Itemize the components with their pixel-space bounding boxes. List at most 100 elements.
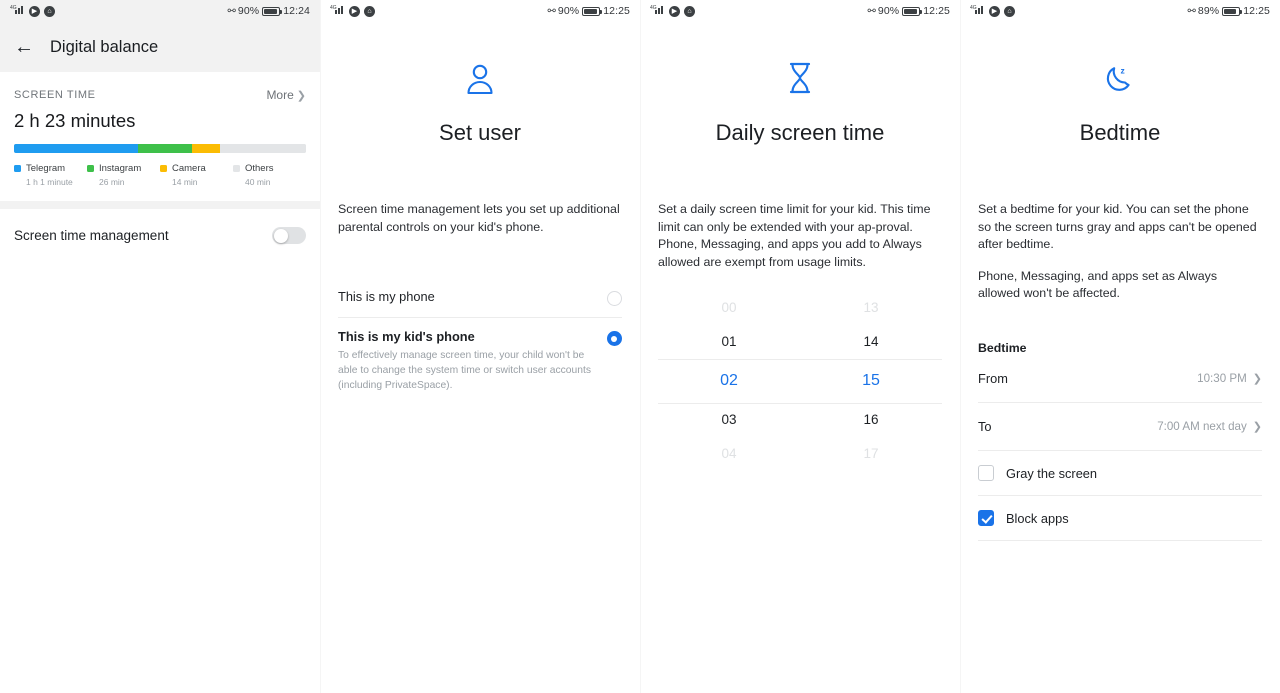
user-person-icon [338, 62, 622, 98]
picker-minute-option[interactable]: 14 [863, 325, 878, 359]
usage-segment-instagram [138, 144, 192, 153]
option-title: This is my kid's phone [338, 329, 475, 345]
bedtime-from-value: 10:30 PM [1197, 372, 1247, 386]
clock-time: 12:25 [1243, 5, 1270, 17]
status-bar: 4G ▶ ⌂ ⚯ 90% 12:25 [640, 0, 960, 22]
panel-bedtime: 4G ▶ ⌂ ⚯ 89% 12:25 z Bedtime Set a bedti… [960, 0, 1280, 693]
screen-time-management-label: Screen time management [14, 228, 169, 243]
bedtime-to-row[interactable]: To 7:00 AM next day ❯ [978, 403, 1262, 452]
legend-item: Telegram 1 h 1 minute [14, 163, 87, 187]
wizard-step-set-user: Set user Screen time management lets you… [320, 62, 640, 693]
picker-minute-option[interactable]: 17 [863, 437, 878, 471]
checkbox-gray-the-screen[interactable] [978, 465, 994, 482]
legend-app-value: 26 min [99, 177, 125, 187]
picker-hour-selected[interactable]: 02 [720, 359, 738, 403]
screen-time-management-toggle[interactable] [272, 227, 306, 244]
picker-hour-option[interactable]: 03 [721, 403, 736, 437]
battery-percent: 89% [1197, 5, 1220, 17]
hourglass-icon [658, 62, 942, 98]
picker-column-hours[interactable]: 00 01 02 03 04 [658, 297, 800, 465]
gray-the-screen-label: Gray the screen [1006, 465, 1098, 481]
gray-the-screen-row[interactable]: Gray the screen [978, 451, 1262, 497]
picker-minute-option[interactable]: 16 [863, 403, 878, 437]
step-title: Bedtime [1079, 120, 1161, 145]
screen-time-card-header: SCREEN TIME More ❯ [14, 88, 306, 102]
chevron-right-icon: ❯ [1252, 421, 1262, 434]
app-bar: ← Digital balance [0, 22, 320, 72]
screen-time-management-row[interactable]: Screen time management [0, 209, 320, 262]
status-bar: 4G ▶ ⌂ ⚯ 90% 12:25 [320, 0, 640, 22]
checkbox-block-apps[interactable] [978, 510, 994, 527]
radio-my-phone[interactable] [607, 291, 622, 307]
picker-hour-option[interactable]: 01 [721, 325, 736, 359]
usage-segment-camera [191, 144, 221, 153]
signal-bars-icon: 4G [10, 4, 25, 18]
status-bar: 4G ▶ ⌂ ⚯ 89% 12:25 [960, 0, 1280, 22]
section-divider [0, 201, 320, 209]
status-bar-right: ⚯ 90% 12:25 [868, 5, 951, 17]
step-body-text: Screen time management lets you set up a… [338, 202, 620, 234]
bedtime-from-label: From [978, 371, 1008, 387]
hotspot-icon: ⌂ [684, 5, 695, 17]
step-title: Set user [439, 120, 521, 145]
picker-hour-option[interactable]: 04 [721, 437, 736, 471]
step-body-text-1: Set a bedtime for your kid. You can set … [978, 202, 1257, 252]
more-button[interactable]: More ❯ [266, 88, 306, 102]
block-apps-label: Block apps [1006, 510, 1069, 526]
battery-icon [902, 6, 923, 16]
moon-sleep-icon: z [978, 62, 1262, 98]
status-bar-left: 4G ▶ ⌂ [330, 4, 375, 18]
status-bar-right: ⚯ 89% 12:25 [1188, 5, 1271, 17]
more-label: More [266, 88, 294, 102]
picker-selection-line-top [658, 359, 942, 361]
battery-icon [262, 6, 283, 16]
panel-digital-balance: 4G ▶ ⌂ ⚯ 90% 12:24 ← Digital balance SCR… [0, 0, 320, 693]
battery-percent: 90% [557, 5, 580, 17]
bedtime-from-row[interactable]: From 10:30 PM ❯ [978, 355, 1262, 404]
battery-icon [582, 6, 603, 16]
play-circle-icon: ▶ [349, 5, 360, 17]
picker-column-minutes[interactable]: 13 14 15 16 17 [800, 297, 942, 465]
status-bar-right: ⚯ 90% 12:25 [548, 5, 631, 17]
toggle-knob [273, 228, 288, 243]
radio-kids-phone[interactable] [607, 331, 622, 347]
duration-picker[interactable]: 00 01 02 03 04 13 14 15 16 17 [658, 297, 942, 465]
screen-time-usage-bar [14, 144, 306, 153]
signal-bars-icon: 4G [650, 4, 665, 18]
picker-minute-option[interactable]: 13 [863, 291, 878, 325]
legend-app-value: 14 min [172, 177, 198, 187]
chevron-right-icon: ❯ [296, 89, 306, 102]
block-apps-row[interactable]: Block apps [978, 496, 1262, 542]
picker-minute-selected[interactable]: 15 [862, 359, 880, 403]
legend-item: Camera 14 min [160, 163, 233, 187]
legend-app-name: Telegram [26, 163, 66, 174]
legend-app-name: Others [245, 163, 274, 174]
battery-icon [1222, 6, 1243, 16]
bedtime-to-value-group: 7:00 AM next day ❯ [1157, 420, 1262, 433]
option-title: This is my phone [338, 289, 435, 305]
hotspot-icon: ⌂ [364, 5, 375, 17]
clock-time: 12:24 [283, 5, 310, 17]
back-arrow-icon[interactable]: ← [14, 37, 34, 57]
page-title: Digital balance [50, 37, 159, 56]
hotspot-icon: ⌂ [1004, 5, 1015, 17]
usage-segment-telegram [14, 144, 139, 153]
option-subtitle: To effectively manage screen time, your … [338, 350, 591, 392]
option-kids-phone[interactable]: This is my kid's phone To effectively ma… [338, 317, 622, 405]
step-body-text-2: Phone, Messaging, and apps set as Always… [978, 268, 1218, 301]
screen-time-legend: Telegram 1 h 1 minute Instagram 26 min C… [14, 163, 306, 187]
picker-selection-line-bottom [658, 403, 942, 405]
option-my-phone[interactable]: This is my phone [338, 278, 622, 317]
picker-hour-option[interactable]: 00 [721, 291, 736, 325]
vpn-key-icon: ⚯ [867, 5, 876, 17]
bedtime-section-label: Bedtime [978, 341, 1027, 356]
legend-app-name: Instagram [99, 163, 142, 174]
signal-bars-icon: 4G [330, 4, 345, 18]
screen-time-total: 2 h 23 minutes [14, 110, 136, 131]
usage-segment-others [220, 144, 306, 153]
vpn-key-icon: ⚯ [1187, 5, 1196, 17]
legend-app-name: Camera [172, 163, 206, 174]
status-bar: 4G ▶ ⌂ ⚯ 90% 12:24 [0, 0, 320, 22]
status-bar-right: ⚯ 90% 12:24 [228, 5, 311, 17]
legend-app-value: 40 min [245, 177, 271, 187]
